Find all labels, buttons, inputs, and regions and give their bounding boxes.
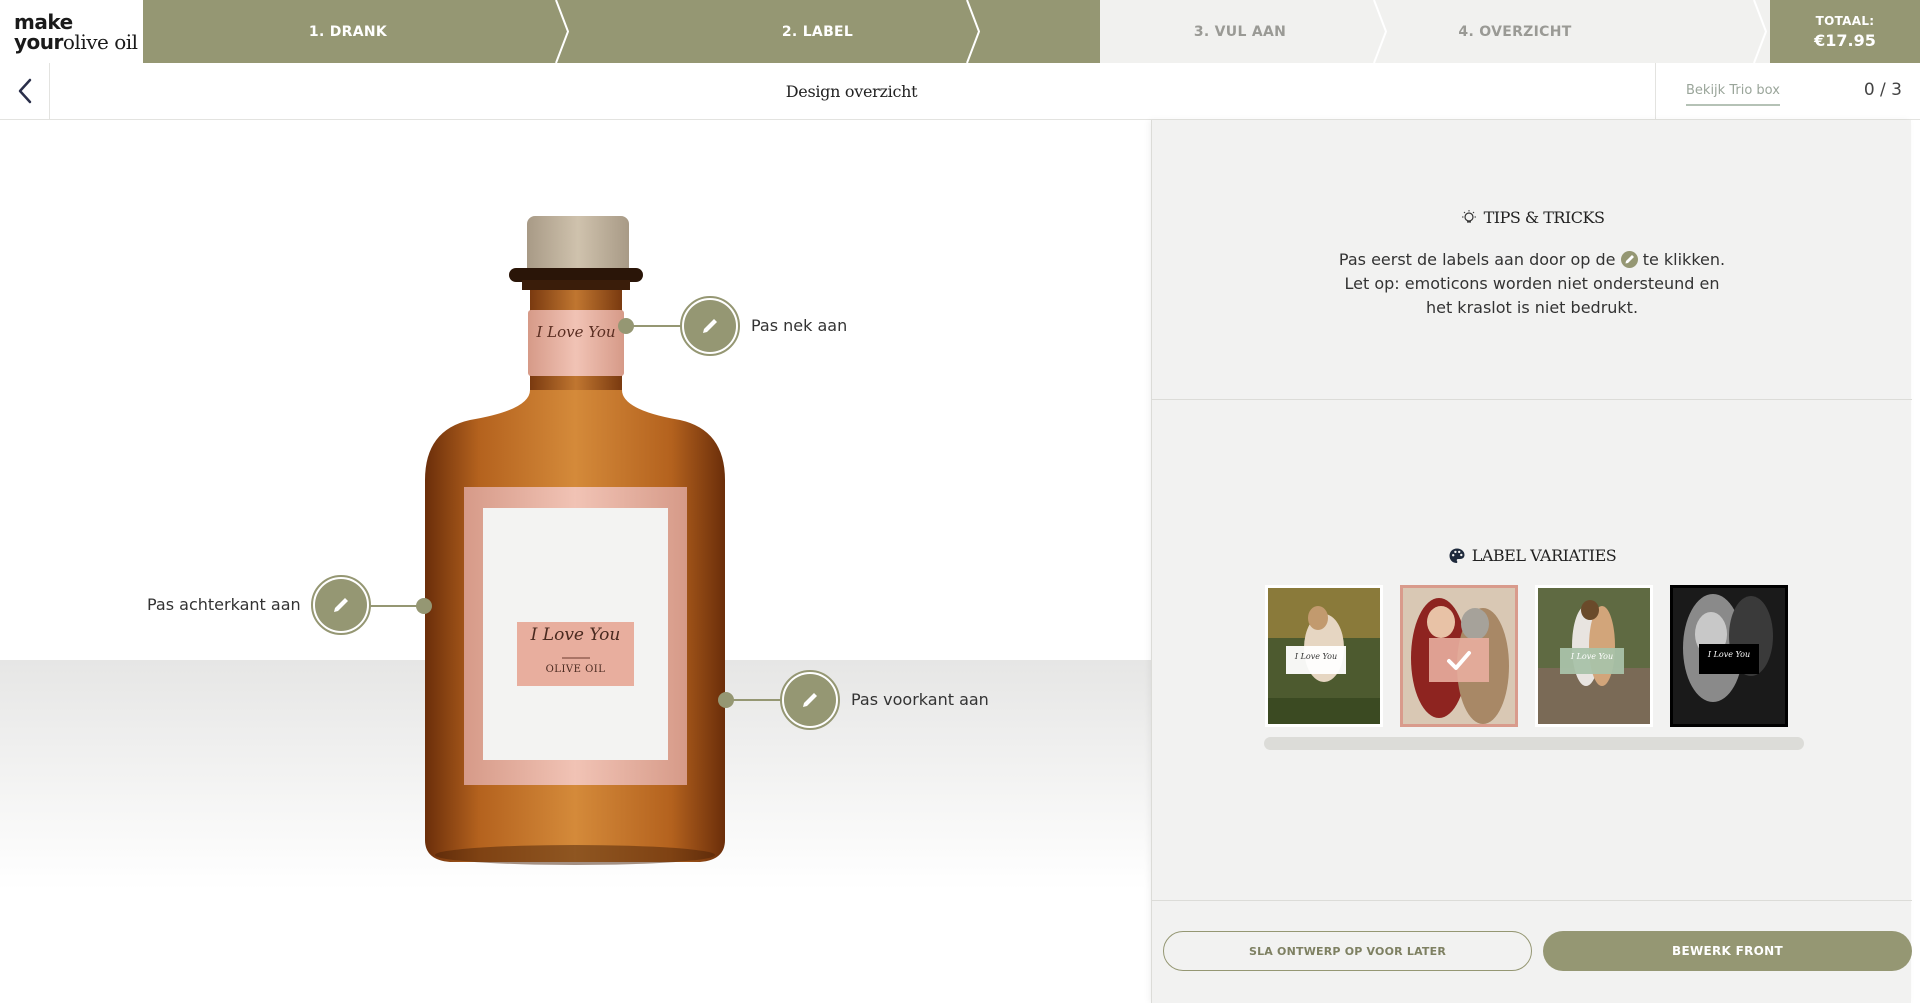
step-overzicht[interactable]: 4. OVERZICHT [1458, 0, 1770, 63]
label-variations: I Love You I Love You I Love You [1265, 585, 1805, 727]
logo-line-1: make [14, 9, 73, 34]
pencil-icon [703, 319, 717, 333]
step-separator-icon [548, 0, 570, 63]
front-callout-line [726, 699, 782, 701]
trio-count: 0 / 3 [1863, 80, 1902, 100]
step-vul-aan[interactable]: 3. VUL AAN [1100, 0, 1510, 63]
edit-front-label[interactable]: Pas voorkant aan [851, 690, 989, 709]
variation-4[interactable]: I Love You [1670, 585, 1788, 727]
tips-line-2: Let op: emoticons worden niet ondersteun… [1344, 274, 1720, 293]
variations-title-row: LABEL VARIATIES [1152, 546, 1912, 565]
variation-3[interactable]: I Love You [1535, 585, 1653, 727]
edit-back-label[interactable]: Pas achterkant aan [147, 595, 301, 614]
neck-callout-line [626, 325, 682, 327]
tips-section: TIPS & TRICKS Pas eerst de labels aan do… [1152, 120, 1912, 400]
checkmark-icon [1447, 651, 1471, 670]
sub-header: Design overzicht Bekijk Trio box 0 / 3 [0, 63, 1920, 120]
right-panel: TIPS & TRICKS Pas eerst de labels aan do… [1151, 120, 1912, 1003]
save-later-button[interactable]: SLA ONTWERP OP VOOR LATER [1163, 931, 1532, 971]
variations-scrollbar[interactable] [1264, 737, 1804, 750]
trio-box-link[interactable]: Bekijk Trio box [1686, 83, 1780, 106]
tips-title-row: TIPS & TRICKS [1152, 208, 1912, 227]
step-separator-icon [1373, 0, 1388, 63]
step-drank-label: 1. DRANK [308, 23, 388, 40]
pencil-icon [1620, 251, 1638, 268]
back-callout-line [370, 605, 420, 607]
steps: 1. DRANK 2. LABEL 3. VUL AAN 4. OVERZICH… [143, 0, 1770, 63]
variation-4-label: I Love You [1707, 650, 1751, 659]
pencil-icon [803, 693, 817, 707]
trio-box-area: Bekijk Trio box 0 / 3 [1655, 63, 1902, 119]
total-label: TOTAAL: [1815, 13, 1875, 28]
edit-back-button[interactable] [311, 575, 371, 635]
back-anchor-dot [416, 598, 432, 614]
neck-label-text: I Love You [536, 323, 616, 341]
palette-icon [1449, 548, 1465, 563]
variation-1-label: I Love You [1294, 652, 1338, 661]
step-label[interactable]: 2. LABEL [553, 0, 1100, 63]
lightbulb-icon [1461, 209, 1476, 223]
step-separator-icon [1753, 0, 1768, 63]
logo-line-2: yourolive oil [14, 29, 138, 54]
tips-line-1: Pas eerst de labels aan door op de te kl… [1338, 250, 1726, 269]
variation-3-label: I Love You [1570, 652, 1614, 661]
action-bar: SLA ONTWERP OP VOOR LATER BEWERK FRONT [1152, 900, 1912, 1003]
edit-neck-button[interactable] [680, 296, 740, 356]
front-label-text: I Love You [530, 625, 621, 645]
tips-text: Pas eerst de labels aan door op de te kl… [1152, 248, 1912, 320]
bottle-canvas: I Love You I Love You OLIVE OIL Pas nek … [0, 120, 1151, 1003]
step-separator-icon [961, 0, 981, 63]
variation-2[interactable] [1400, 585, 1518, 727]
edit-front-primary-button[interactable]: BEWERK FRONT [1543, 931, 1912, 971]
step-drank[interactable]: 1. DRANK [143, 0, 553, 63]
top-stepper-bar: make yourolive oil 1. DRANK 2. LABEL 3. … [0, 0, 1920, 63]
total-price: TOTAAL: €17.95 [1770, 0, 1920, 63]
tips-line-3: het kraslot is niet bedrukt. [1425, 298, 1639, 317]
step-vul-aan-label: 3. VUL AAN [1193, 23, 1287, 40]
tips-title: TIPS & TRICKS [1483, 208, 1605, 227]
edit-neck-label[interactable]: Pas nek aan [751, 316, 847, 335]
step-overzicht-label: 4. OVERZICHT [1458, 23, 1572, 40]
total-value: €17.95 [1814, 30, 1876, 50]
step-label-label: 2. LABEL [781, 23, 854, 40]
variations-title: LABEL VARIATIES [1471, 546, 1617, 565]
page-title: Design overzicht [785, 81, 918, 101]
variation-1[interactable]: I Love You [1265, 585, 1383, 727]
bottle-image [425, 216, 725, 865]
pencil-icon [334, 598, 348, 612]
logo[interactable]: make yourolive oil [0, 0, 143, 63]
front-label-subtext: OLIVE OIL [545, 664, 606, 675]
edit-front-button[interactable] [780, 670, 840, 730]
